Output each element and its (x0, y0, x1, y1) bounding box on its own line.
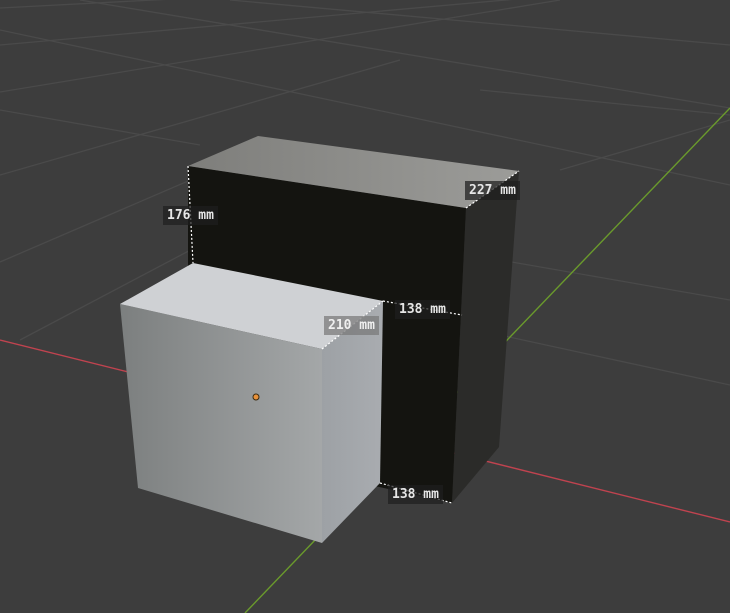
front-box[interactable] (120, 263, 383, 543)
measure-label-front-width: 210 mm (324, 316, 379, 335)
3d-viewport[interactable]: 176 mm 227 mm 138 mm 210 mm 138 mm (0, 0, 730, 613)
measure-label-back-depth-bottom: 138 mm (388, 485, 443, 504)
measure-label-back-height: 176 mm (163, 206, 218, 225)
origin-point[interactable] (252, 393, 260, 401)
viewport-scene (0, 0, 730, 613)
measure-label-back-depth-top: 138 mm (395, 300, 450, 319)
measure-label-back-width: 227 mm (465, 181, 520, 200)
